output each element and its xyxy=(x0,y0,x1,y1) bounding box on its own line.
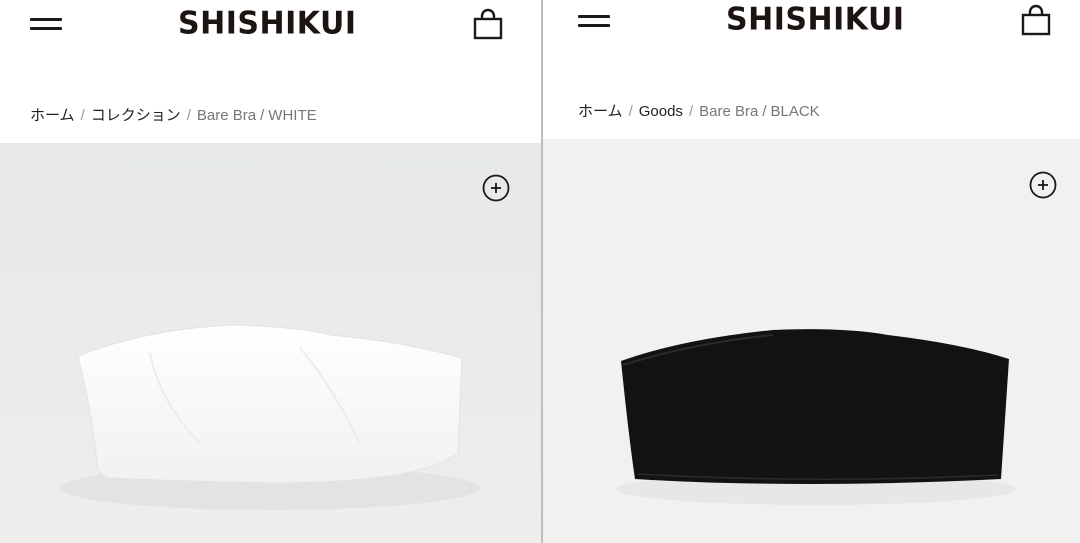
product-image-area xyxy=(0,143,541,543)
breadcrumb: ホーム / コレクション / Bare Bra / WHITE xyxy=(30,104,317,125)
breadcrumb: ホーム / Goods / Bare Bra / BLACK xyxy=(578,100,820,121)
breadcrumb-collection-link[interactable]: Goods xyxy=(639,103,683,120)
product-page-black: SHISHIKUI ホーム / Goods / Bare Bra / BLACK xyxy=(543,0,1080,543)
product-image-black-bare-bra[interactable] xyxy=(543,139,1080,543)
zoom-plus-icon[interactable] xyxy=(1029,171,1057,199)
breadcrumb-separator: / xyxy=(80,107,85,124)
breadcrumb-home-link[interactable]: ホーム xyxy=(30,107,75,124)
zoom-plus-icon[interactable] xyxy=(482,174,510,202)
breadcrumb-product: Bare Bra xyxy=(196,107,257,124)
product-page-white: SHISHIKUI ホーム / コレクション / Bare Bra / WHITE xyxy=(0,0,541,543)
breadcrumb-separator: / xyxy=(628,103,633,120)
breadcrumb-separator: / xyxy=(260,107,265,124)
site-header: SHISHIKUI xyxy=(543,0,1080,60)
breadcrumb-variant: WHITE xyxy=(268,107,317,124)
breadcrumb-collection-link[interactable]: コレクション xyxy=(91,107,181,124)
breadcrumb-product: Bare Bra xyxy=(699,103,759,120)
breadcrumb-separator: / xyxy=(186,107,191,124)
site-header: SHISHIKUI xyxy=(0,0,541,60)
product-image-white-bare-bra[interactable] xyxy=(0,143,541,543)
breadcrumb-separator: / xyxy=(688,103,694,120)
brand-logo[interactable]: SHISHIKUI xyxy=(726,1,905,38)
hamburger-menu-icon[interactable] xyxy=(578,15,610,35)
product-image-area xyxy=(543,139,1080,543)
breadcrumb-variant: BLACK xyxy=(770,103,820,120)
shopping-bag-icon[interactable] xyxy=(1021,4,1051,36)
breadcrumb-home-link[interactable]: ホーム xyxy=(578,103,623,120)
breadcrumb-separator: / xyxy=(762,103,767,120)
brand-logo[interactable]: SHISHIKUI xyxy=(178,5,357,42)
shopping-bag-icon[interactable] xyxy=(473,8,503,40)
hamburger-menu-icon[interactable] xyxy=(30,18,62,38)
